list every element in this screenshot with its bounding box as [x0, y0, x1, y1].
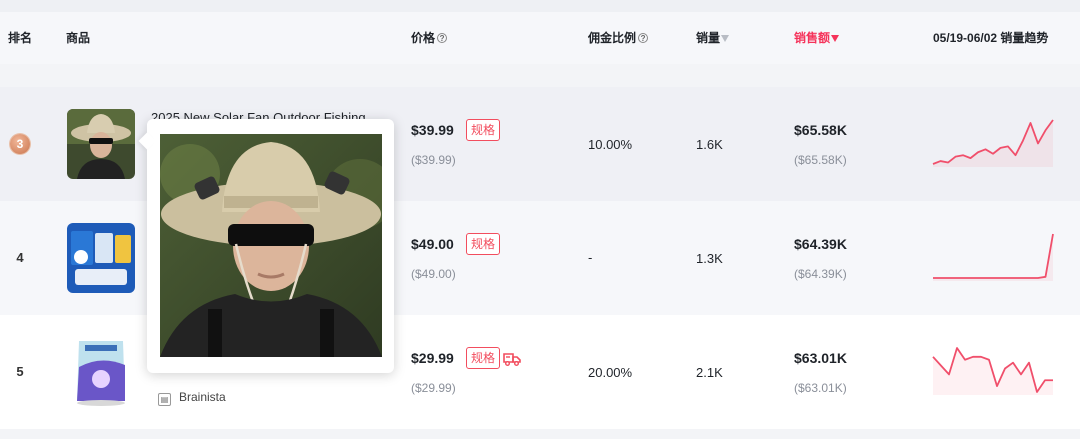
sort-desc-icon: [721, 35, 730, 42]
header-commission-label: 佣金比例: [588, 31, 637, 45]
header-revenue-label: 销售额: [794, 31, 831, 45]
spec-button[interactable]: 规格: [466, 347, 501, 369]
sales-value: 1.6K: [696, 137, 723, 152]
product-image[interactable]: [67, 109, 135, 179]
header-price-label: 价格: [411, 31, 436, 45]
product-image[interactable]: [67, 223, 135, 293]
top-strip: [0, 0, 1080, 12]
image-preview-popup: [138, 119, 394, 373]
table-header: 排名 商品 价格? 佣金比例? 销量 销售额 05/19-06/02 销量趋势: [0, 12, 1080, 64]
sales-value: 1.3K: [696, 251, 723, 266]
help-icon[interactable]: ?: [437, 33, 448, 43]
spec-button[interactable]: 规格: [466, 119, 501, 141]
revenue-original: ($65.58K): [794, 153, 847, 167]
rank-medal-icon: 3: [10, 134, 30, 154]
commission-value: 20.00%: [588, 365, 633, 380]
shop-icon: ▤: [158, 393, 171, 406]
sales-value: 2.1K: [696, 365, 723, 380]
header-sales[interactable]: 销量: [696, 12, 730, 64]
header-revenue[interactable]: 销售额: [794, 12, 840, 64]
revenue-value: $65.58K: [794, 122, 847, 138]
price: $39.99: [411, 122, 454, 138]
commission-value: -: [588, 250, 593, 265]
header-trend: 05/19-06/02 销量趋势: [933, 31, 1049, 45]
delivery-truck-icon: [503, 353, 521, 366]
rank-number: 5: [16, 364, 24, 379]
price: $29.99: [411, 350, 454, 366]
commission-value: 10.00%: [588, 137, 633, 152]
price-original: ($39.99): [411, 153, 456, 167]
header-commission[interactable]: 佣金比例?: [588, 12, 649, 64]
sort-desc-icon: [831, 35, 840, 42]
header-rank: 排名: [8, 31, 33, 45]
header-sales-label: 销量: [696, 31, 721, 45]
shop-label: Brainista: [179, 390, 226, 404]
trend-sparkline: [932, 119, 1054, 167]
price: $49.00: [411, 236, 454, 252]
price-original: ($49.00): [411, 267, 456, 281]
rank-number: 4: [16, 250, 24, 265]
revenue-value: $63.01K: [794, 350, 847, 366]
row-gap: [0, 64, 1080, 87]
revenue-original: ($63.01K): [794, 381, 847, 395]
product-image[interactable]: [67, 337, 135, 407]
header-product: 商品: [66, 31, 91, 45]
enlarged-product-image: [160, 134, 382, 357]
trend-sparkline: [933, 233, 1054, 281]
spec-button[interactable]: 规格: [466, 233, 501, 255]
trend-sparkline: [932, 347, 1053, 395]
revenue-value: $64.39K: [794, 236, 847, 252]
table-bottom: [0, 429, 1080, 439]
help-icon[interactable]: ?: [638, 33, 649, 43]
revenue-original: ($64.39K): [794, 267, 847, 281]
header-price[interactable]: 价格?: [411, 12, 448, 64]
price-original: ($29.99): [411, 381, 456, 395]
shop-name[interactable]: ▤ Brainista: [158, 390, 226, 406]
sparkline-line: [933, 233, 1054, 279]
sparkline-area: [933, 234, 1053, 281]
